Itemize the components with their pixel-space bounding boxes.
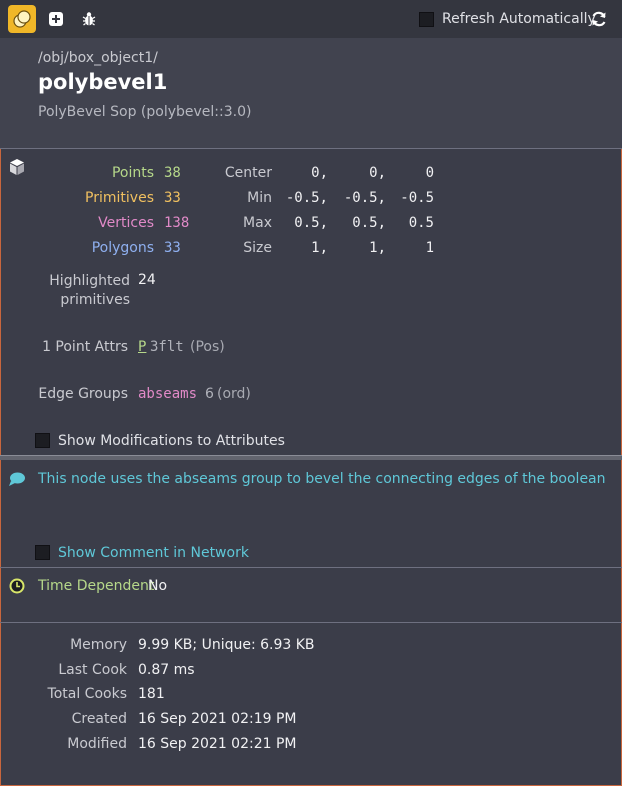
- divider: [0, 567, 622, 568]
- min-z: -0.5: [400, 190, 434, 206]
- show-modifications-checkbox[interactable]: [35, 433, 50, 448]
- time-dependent-value: No: [148, 578, 168, 594]
- time-dependent-label: Time Dependent: [38, 578, 155, 594]
- clock-icon: [9, 578, 25, 598]
- vertices-label: Vertices: [98, 215, 154, 231]
- max-x: 0.5,: [294, 215, 328, 231]
- comment-text: This node uses the abseams group to beve…: [38, 471, 606, 487]
- min-x: -0.5,: [285, 190, 328, 206]
- edge-group-name[interactable]: abseams: [138, 386, 197, 402]
- center-label: Center: [224, 165, 272, 181]
- node-type: PolyBevel Sop (polybevel::3.0): [38, 104, 252, 120]
- add-button[interactable]: [42, 5, 70, 33]
- size-x: 1,: [311, 240, 328, 256]
- point-attr-note: (Pos): [190, 339, 225, 355]
- total-cooks-value: 181: [138, 686, 165, 702]
- refresh-automatically-checkbox[interactable]: [419, 12, 434, 27]
- last-cook-label: Last Cook: [58, 662, 127, 678]
- center-y: 0,: [369, 165, 386, 181]
- polygons-label: Polygons: [91, 240, 154, 256]
- max-label: Max: [243, 215, 272, 231]
- edge-groups-label: Edge Groups: [38, 386, 128, 402]
- show-comment-checkbox[interactable]: [35, 545, 50, 560]
- last-cook-value: 0.87 ms: [138, 662, 195, 678]
- section-divider: [0, 455, 622, 460]
- edge-group-note: (ord): [217, 386, 251, 402]
- debug-button[interactable]: [75, 5, 103, 33]
- max-z: 0.5: [408, 215, 434, 231]
- bug-icon: [82, 12, 96, 26]
- primitives-label: Primitives: [85, 190, 154, 206]
- geometry-icon: [8, 158, 26, 180]
- refresh-icon: [592, 11, 606, 27]
- comment-icon: [8, 471, 26, 491]
- max-y: 0.5,: [352, 215, 386, 231]
- plus-square-icon: [49, 12, 63, 26]
- size-y: 1,: [369, 240, 386, 256]
- point-attr-name[interactable]: P: [138, 339, 146, 355]
- memory-value: 9.99 KB; Unique: 6.93 KB: [138, 637, 315, 653]
- min-label: Min: [247, 190, 272, 206]
- min-y: -0.5,: [343, 190, 386, 206]
- divider: [0, 148, 622, 149]
- show-modifications-label: Show Modifications to Attributes: [58, 433, 285, 449]
- node-title: polybevel1: [38, 70, 168, 94]
- total-cooks-label: Total Cooks: [47, 686, 127, 702]
- created-label: Created: [71, 711, 127, 727]
- point-attr-type: 3flt: [150, 339, 184, 355]
- refresh-button[interactable]: [590, 10, 608, 32]
- created-value: 16 Sep 2021 02:19 PM: [138, 711, 297, 727]
- modified-value: 16 Sep 2021 02:21 PM: [138, 736, 297, 752]
- memory-label: Memory: [70, 637, 127, 653]
- size-label: Size: [243, 240, 272, 256]
- highlighted-primitives-value: 24: [138, 272, 156, 288]
- modified-label: Modified: [67, 736, 127, 752]
- node-info-button[interactable]: [8, 5, 36, 33]
- edge-group-count: 6: [205, 386, 214, 402]
- highlighted-primitives-label: Highlighted primitives: [49, 273, 130, 308]
- node-path: /obj/box_object1/: [38, 50, 158, 66]
- points-label: Points: [111, 165, 154, 181]
- toolbar: Refresh Automatically: [0, 0, 622, 38]
- refresh-automatically-label: Refresh Automatically: [442, 11, 596, 27]
- show-comment-label: Show Comment in Network: [58, 545, 249, 561]
- vertices-value: 138: [164, 215, 190, 231]
- point-attrs-label: 1 Point Attrs: [42, 339, 128, 355]
- node-coins-icon: [13, 10, 31, 28]
- polygons-value: 33: [164, 240, 181, 256]
- node-header: /obj/box_object1/ polybevel1 PolyBevel S…: [0, 38, 622, 148]
- primitives-value: 33: [164, 190, 181, 206]
- size-z: 1: [425, 240, 434, 256]
- center-z: 0: [425, 165, 434, 181]
- divider: [0, 622, 622, 623]
- center-x: 0,: [311, 165, 328, 181]
- points-value: 38: [164, 165, 181, 181]
